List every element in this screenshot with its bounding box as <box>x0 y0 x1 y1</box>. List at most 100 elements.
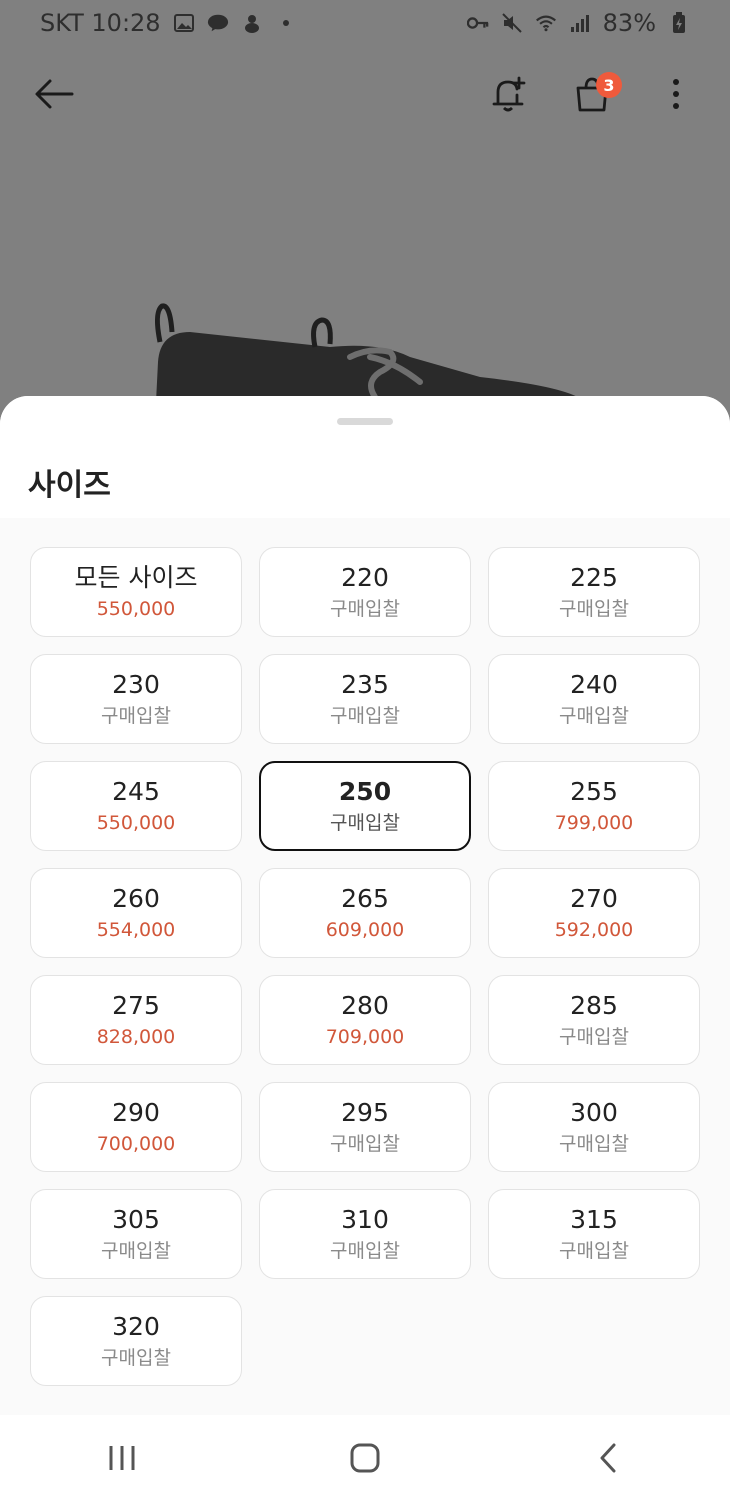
size-label: 320 <box>112 1312 160 1341</box>
size-bid-status: 구매입찰 <box>101 705 171 727</box>
size-bid-status: 구매입찰 <box>559 1133 629 1155</box>
size-bid-status: 구매입찰 <box>330 812 400 834</box>
sheet-header: 사이즈 <box>0 396 730 518</box>
status-bar: SKT 10:28 83% <box>0 0 730 46</box>
size-bottom-sheet: 사이즈 모든 사이즈 550,000 220 구매입찰 225 구매입찰 230 구매입찰 23… <box>0 396 730 1500</box>
size-option[interactable]: 305 구매입찰 <box>30 1189 242 1279</box>
size-option[interactable]: 240 구매입찰 <box>488 654 700 744</box>
size-option[interactable]: 280 709,000 <box>259 975 471 1065</box>
size-bid-status: 구매입찰 <box>330 705 400 727</box>
size-price: 592,000 <box>554 919 634 941</box>
status-right: 83% <box>466 9 690 37</box>
dot-icon <box>275 12 297 34</box>
size-price: 550,000 <box>96 812 176 834</box>
size-label: 255 <box>570 777 618 806</box>
size-label: 270 <box>570 884 618 913</box>
size-option[interactable]: 225 구매입찰 <box>488 547 700 637</box>
recent-apps-button[interactable] <box>92 1428 152 1488</box>
size-bid-status: 구매입찰 <box>559 1240 629 1262</box>
home-icon <box>350 1443 380 1472</box>
size-option[interactable]: 320 구매입찰 <box>30 1296 242 1386</box>
size-label: 220 <box>341 563 389 592</box>
size-option[interactable]: 230 구매입찰 <box>30 654 242 744</box>
size-option[interactable]: 250 구매입찰 <box>259 761 471 851</box>
size-price: 609,000 <box>325 919 405 941</box>
more-options-button[interactable] <box>652 70 700 118</box>
back-button[interactable] <box>30 70 78 118</box>
size-option[interactable]: 260 554,000 <box>30 868 242 958</box>
cart-button[interactable]: 3 <box>568 70 622 118</box>
size-price: 554,000 <box>96 919 176 941</box>
size-label: 230 <box>112 670 160 699</box>
size-price: 700,000 <box>96 1133 176 1155</box>
size-label: 295 <box>341 1098 389 1127</box>
size-price: 550,000 <box>96 598 176 620</box>
size-bid-status: 구매입찰 <box>330 598 400 620</box>
size-bid-status: 구매입찰 <box>101 1240 171 1262</box>
size-option[interactable]: 315 구매입찰 <box>488 1189 700 1279</box>
size-option[interactable]: 235 구매입찰 <box>259 654 471 744</box>
size-label: 235 <box>341 670 389 699</box>
more-vertical-icon <box>673 79 679 109</box>
size-option[interactable]: 255 799,000 <box>488 761 700 851</box>
size-label: 225 <box>570 563 618 592</box>
size-option[interactable]: 310 구매입찰 <box>259 1189 471 1279</box>
carrier-time: SKT 10:28 <box>40 9 161 37</box>
chevron-left-icon <box>600 1443 616 1472</box>
sheet-title: 사이즈 <box>28 468 111 503</box>
size-option[interactable]: 220 구매입찰 <box>259 547 471 637</box>
product-image <box>0 142 730 402</box>
drag-handle[interactable] <box>337 418 393 425</box>
size-label: 260 <box>112 884 160 913</box>
size-bid-status: 구매입찰 <box>330 1240 400 1262</box>
talk-icon <box>207 12 229 34</box>
size-label: 300 <box>570 1098 618 1127</box>
system-back-button[interactable] <box>578 1428 638 1488</box>
bell-plus-icon <box>492 76 526 112</box>
size-label: 265 <box>341 884 389 913</box>
size-bid-status: 구매입찰 <box>330 1133 400 1155</box>
gallery-icon <box>173 12 195 34</box>
size-option[interactable]: 295 구매입찰 <box>259 1082 471 1172</box>
notification-add-button[interactable] <box>484 70 532 118</box>
size-label: 285 <box>570 991 618 1020</box>
size-price: 799,000 <box>554 812 634 834</box>
size-option[interactable]: 300 구매입찰 <box>488 1082 700 1172</box>
size-bid-status: 구매입찰 <box>559 705 629 727</box>
size-label: 305 <box>112 1205 160 1234</box>
app-bar: 3 <box>0 46 730 142</box>
size-option[interactable]: 245 550,000 <box>30 761 242 851</box>
size-label: 250 <box>338 777 392 806</box>
size-option[interactable]: 모든 사이즈 550,000 <box>30 547 242 637</box>
status-left: SKT 10:28 <box>40 9 297 37</box>
mute-icon <box>501 12 523 34</box>
shoe-image <box>154 303 585 402</box>
size-bid-status: 구매입찰 <box>559 1026 629 1048</box>
size-grid: 모든 사이즈 550,000 220 구매입찰 225 구매입찰 230 구매입찰 235 구매입… <box>30 547 702 1386</box>
size-label: 280 <box>341 991 389 1020</box>
signal-icon <box>569 12 591 34</box>
system-nav-bar <box>0 1415 730 1500</box>
wifi-icon <box>535 12 557 34</box>
home-button[interactable] <box>335 1428 395 1488</box>
mascot-icon <box>241 12 263 34</box>
size-bid-status: 구매입찰 <box>101 1347 171 1369</box>
size-option[interactable]: 265 609,000 <box>259 868 471 958</box>
size-label: 275 <box>112 991 160 1020</box>
size-label: 240 <box>570 670 618 699</box>
app-bar-actions: 3 <box>484 70 700 118</box>
size-bid-status: 구매입찰 <box>559 598 629 620</box>
size-option[interactable]: 270 592,000 <box>488 868 700 958</box>
size-label: 290 <box>112 1098 160 1127</box>
battery-percent: 83% <box>602 9 656 37</box>
size-option[interactable]: 290 700,000 <box>30 1082 242 1172</box>
size-price: 828,000 <box>96 1026 176 1048</box>
size-label: 245 <box>112 777 160 806</box>
size-option[interactable]: 275 828,000 <box>30 975 242 1065</box>
size-label: 모든 사이즈 <box>74 563 198 592</box>
battery-icon <box>668 12 690 34</box>
size-price: 709,000 <box>325 1026 405 1048</box>
size-label: 315 <box>570 1205 618 1234</box>
size-option[interactable]: 285 구매입찰 <box>488 975 700 1065</box>
key-icon <box>466 12 489 34</box>
